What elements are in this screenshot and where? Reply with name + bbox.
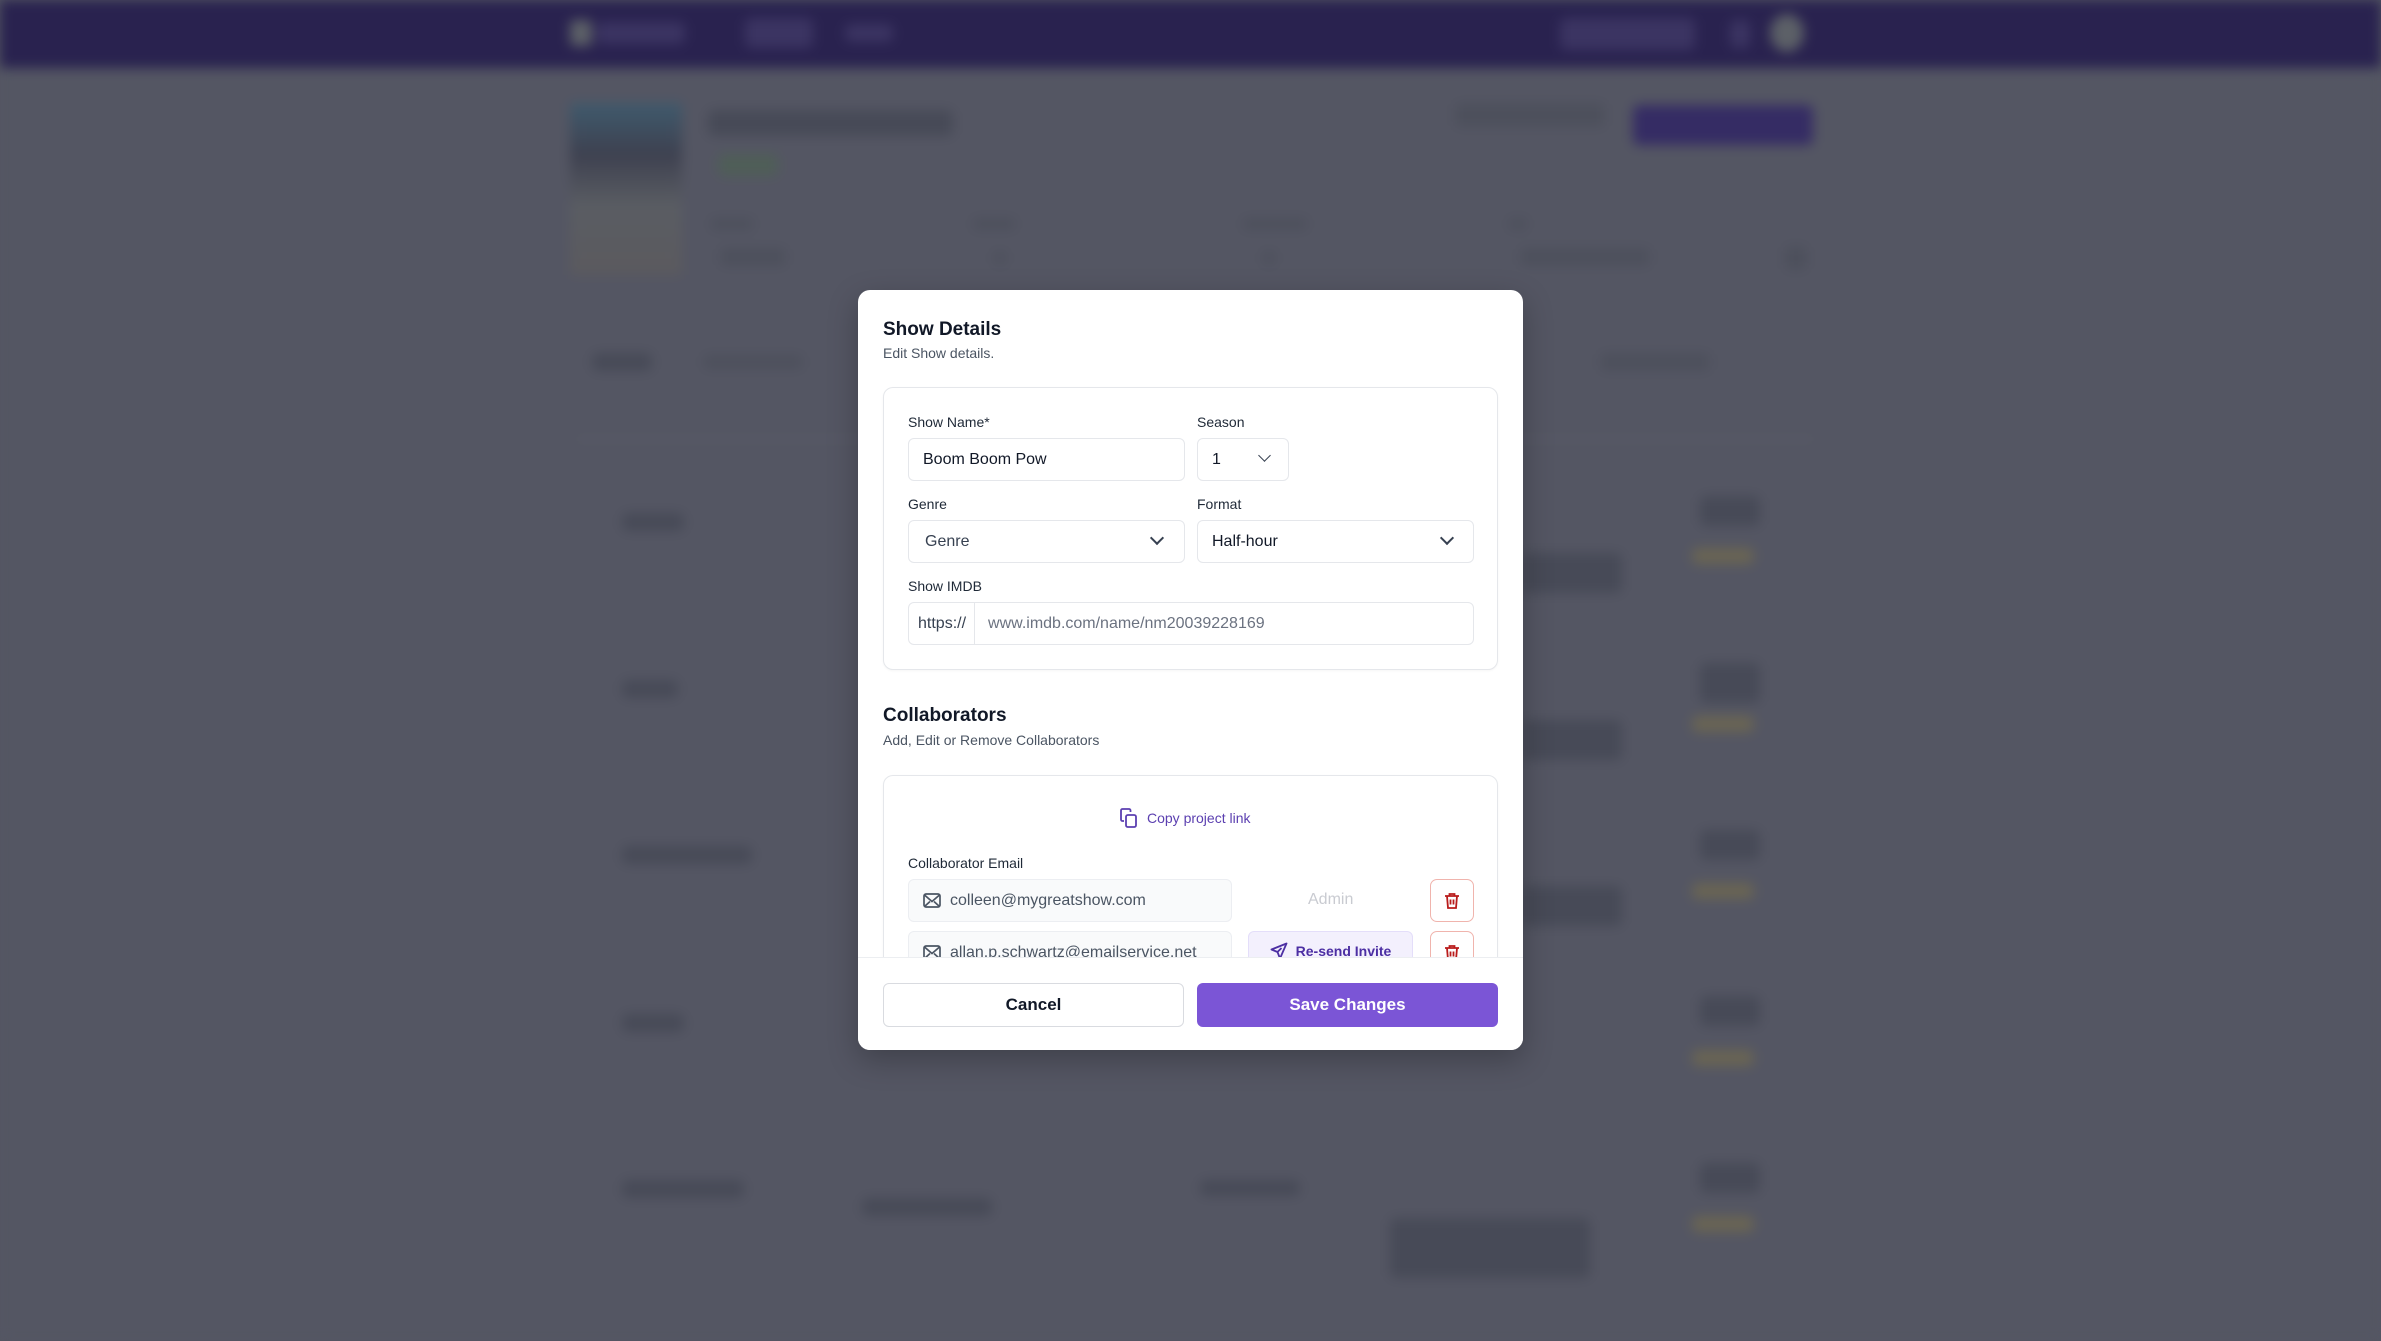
cancel-button[interactable]: Cancel	[883, 983, 1184, 1027]
resend-invite-label: Re-send Invite	[1295, 943, 1392, 957]
row-title	[622, 680, 678, 698]
nav-icon	[1730, 20, 1750, 48]
genre-label: Genre	[908, 496, 947, 512]
show-name-value: Boom Boom Pow	[923, 450, 1047, 468]
show-details-title: Show Details	[883, 319, 1002, 340]
show-details-subtitle: Edit Show details.	[883, 345, 995, 361]
row-cell	[1200, 1180, 1300, 1196]
show-name-input[interactable]: Boom Boom Pow	[908, 438, 1185, 481]
row-rating	[1692, 716, 1754, 732]
row-title	[622, 513, 684, 531]
status-badge	[718, 154, 778, 176]
meta-value	[1262, 251, 1276, 265]
meta-icon	[1785, 246, 1807, 270]
row-cell	[862, 1198, 992, 1216]
format-select[interactable]: Half-hour	[1197, 520, 1474, 563]
nav-button	[1560, 18, 1695, 50]
save-changes-button[interactable]: Save Changes	[1197, 983, 1498, 1027]
delete-collaborator-button[interactable]	[1430, 931, 1474, 957]
collaborator-role: Admin	[1308, 891, 1354, 908]
resend-invite-button[interactable]: Re-send Invite	[1248, 931, 1413, 957]
season-label: Season	[1197, 414, 1245, 430]
season-select[interactable]: 1	[1197, 438, 1289, 481]
row-note	[1522, 553, 1622, 593]
imdb-input[interactable]: https:// www.imdb.com/name/nm20039228169	[908, 602, 1474, 645]
send-icon	[1270, 942, 1288, 957]
row-note	[1522, 886, 1622, 926]
season-value: 1	[1212, 450, 1221, 468]
format-label: Format	[1197, 496, 1242, 512]
row-note	[1522, 720, 1622, 760]
genre-placeholder: Genre	[925, 532, 970, 550]
show-details-card: Show Name* Boom Boom Pow Season 1 Genre …	[883, 387, 1498, 670]
collaborator-email-label: Collaborator Email	[908, 855, 1024, 871]
row-title	[622, 846, 752, 864]
imdb-value: www.imdb.com/name/nm20039228169	[988, 614, 1265, 632]
user-avatar	[1770, 14, 1804, 52]
meta-label	[1242, 218, 1308, 230]
imdb-prefix: https://	[909, 603, 976, 644]
nav-item	[745, 18, 813, 48]
primary-button	[1633, 105, 1813, 145]
trash-icon	[1445, 892, 1459, 909]
row-badge	[1700, 1163, 1760, 1193]
row-badge	[1700, 996, 1760, 1026]
app-logo	[570, 20, 592, 46]
modal-footer: Cancel Save Changes	[858, 957, 1523, 1050]
app-logo-text	[597, 22, 685, 44]
row-badge	[1700, 830, 1760, 860]
row-rating	[1692, 548, 1754, 564]
collaborators-title: Collaborators	[883, 705, 1007, 726]
meta-label	[972, 218, 1016, 230]
collaborators-subtitle: Add, Edit or Remove Collaborators	[883, 732, 1100, 748]
collaborator-email-value: allan.p.schwartz@emailservice.net	[950, 943, 1197, 958]
tab	[703, 355, 803, 369]
chevron-down-icon	[1149, 530, 1165, 546]
row-note	[1390, 1218, 1590, 1278]
delete-collaborator-button[interactable]	[1430, 879, 1474, 922]
show-name-label: Show Name*	[908, 414, 990, 430]
mail-icon	[923, 893, 941, 908]
copy-project-link-label: Copy project link	[1147, 810, 1251, 826]
collaborator-email-input[interactable]: allan.p.schwartz@emailservice.net	[908, 931, 1232, 957]
meta-label	[1508, 218, 1528, 230]
row-badge	[1700, 496, 1760, 526]
imdb-label: Show IMDB	[908, 578, 982, 594]
row-title	[622, 1180, 744, 1198]
mail-icon	[923, 945, 941, 957]
meta-value	[720, 248, 786, 266]
collaborator-email-value: colleen@mygreatshow.com	[950, 891, 1146, 909]
row-rating	[1692, 883, 1754, 899]
meta-value	[993, 251, 1007, 265]
table-action	[1600, 353, 1710, 371]
modal-scroll-area[interactable]: Show Details Edit Show details. Show Nam…	[858, 290, 1523, 957]
chevron-down-icon	[1258, 449, 1271, 462]
row-title	[622, 1014, 684, 1032]
row-badge	[1700, 663, 1760, 703]
meta-value	[1520, 248, 1650, 266]
row-rating	[1692, 1216, 1754, 1232]
trash-icon	[1445, 944, 1459, 957]
show-title	[708, 110, 953, 136]
row-rating	[1692, 1050, 1754, 1066]
meta-label	[710, 218, 754, 230]
copy-project-link-button[interactable]: Copy project link	[1119, 807, 1251, 829]
nav-item	[845, 24, 893, 42]
genre-select[interactable]: Genre	[908, 520, 1185, 563]
chevron-down-icon	[1439, 530, 1455, 546]
collaborator-email-input[interactable]: colleen@mygreatshow.com	[908, 879, 1232, 922]
tab	[592, 353, 652, 371]
collaborators-card: Copy project link Collaborator Email col…	[883, 775, 1498, 957]
top-navigation-bar	[0, 0, 2381, 68]
format-value: Half-hour	[1212, 532, 1278, 550]
show-poster	[570, 103, 682, 275]
edit-show-modal: Show Details Edit Show details. Show Nam…	[858, 290, 1523, 1050]
secondary-button	[1455, 103, 1605, 127]
copy-icon	[1120, 808, 1137, 828]
